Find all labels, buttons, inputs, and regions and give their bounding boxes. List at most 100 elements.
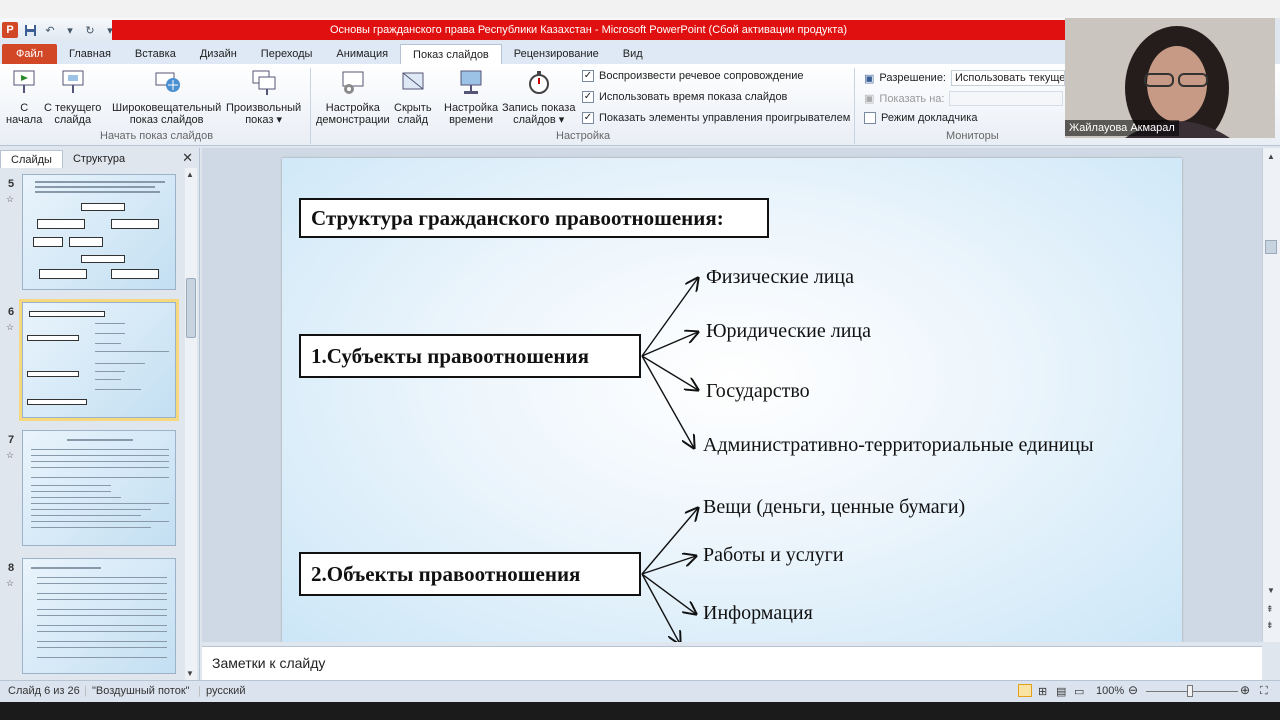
scrollbar-thumb[interactable] (186, 278, 196, 338)
thumb-text-line (37, 625, 167, 626)
tab-review[interactable]: Рецензирование (502, 44, 611, 64)
slide-scrollbar[interactable]: ▲ ▼ ⇞ ⇟ (1262, 148, 1280, 642)
tab-slides[interactable]: Слайды (0, 150, 63, 168)
zoom-slider-handle[interactable] (1187, 685, 1193, 697)
group-separator (310, 68, 311, 144)
slideshow-view-icon[interactable]: ▭ (1074, 685, 1084, 698)
zoom-level[interactable]: 100% (1096, 685, 1124, 697)
objects-box[interactable]: 2.Объекты правоотношения (299, 552, 641, 596)
redo-icon[interactable]: ↻ (82, 22, 98, 38)
status-divider: | (198, 685, 201, 697)
current-slide[interactable]: Структура гражданского правоотношения: 1… (282, 158, 1182, 642)
thumb-text-line (37, 647, 167, 648)
object-information[interactable]: Информация (703, 602, 813, 625)
subject-individuals[interactable]: Физические лица (706, 266, 854, 289)
tab-outline[interactable]: Структура (63, 150, 135, 168)
subject-admin-units[interactable]: Административно-территориальные единицы (703, 434, 1094, 457)
setup-slideshow-button[interactable]: Настройка демонстрации (316, 68, 390, 126)
slide-sorter-icon[interactable]: ⊞ (1038, 685, 1047, 698)
tab-view[interactable]: Вид (611, 44, 655, 64)
show-on-dropdown[interactable] (949, 91, 1064, 106)
scroll-up-icon[interactable]: ▲ (1267, 152, 1275, 161)
subject-state[interactable]: Государство (706, 380, 810, 403)
presenter-view-checkbox[interactable]: Режим докладчика (864, 112, 977, 124)
checkmark-icon: ✓ (582, 91, 594, 103)
previous-slide-icon[interactable]: ⇞ (1266, 604, 1274, 615)
thumb-text-line (67, 439, 133, 441)
quick-access-toolbar: P ↶ ▾ ↻ ▾ (0, 20, 118, 40)
record-line2: слайдов ▾ (513, 114, 565, 126)
object-works[interactable]: Работы и услуги (703, 544, 844, 567)
next-slide-icon[interactable]: ⇟ (1266, 620, 1274, 631)
scroll-up-icon[interactable]: ▲ (186, 170, 194, 179)
from-beginning-button[interactable]: С начала (6, 68, 42, 126)
hide-slide-button[interactable]: Скрыть слайд (394, 68, 432, 126)
thumb-text-line (37, 641, 167, 642)
subjects-box[interactable]: 1.Субъекты правоотношения (299, 334, 641, 378)
record-slideshow-button[interactable]: Запись показа слайдов ▾ (502, 68, 575, 126)
hide-slide-icon (398, 68, 428, 98)
show-on-row: ▣ Показать на: (864, 91, 1064, 106)
scrollbar-thumb[interactable] (1265, 240, 1277, 254)
custom-show-icon (249, 68, 279, 98)
object-things[interactable]: Вещи (деньги, ценные бумаги) (703, 496, 965, 519)
hide-slide-line1: Скрыть (394, 102, 432, 114)
display-icon: ▣ (864, 93, 875, 105)
thumb-text-line (31, 455, 169, 456)
start-group-label: Начать показ слайдов (100, 130, 214, 142)
rehearse-line1: Настройка (444, 102, 499, 114)
language-indicator[interactable]: русский (206, 685, 245, 697)
thumb-text-line (95, 333, 125, 334)
tab-animations[interactable]: Анимация (324, 44, 400, 64)
slideshow-current-icon (58, 68, 88, 98)
thumb-box (69, 237, 103, 247)
slide-thumbnail-7[interactable] (22, 430, 176, 546)
from-current-slide-button[interactable]: С текущего слайда (44, 68, 101, 126)
resolution-dropdown[interactable]: Использовать текуще... (951, 70, 1065, 86)
scroll-down-icon[interactable]: ▼ (186, 669, 194, 678)
slide-title-box[interactable]: Структура гражданского правоотношения: (299, 198, 769, 238)
scroll-down-icon[interactable]: ▼ (1267, 586, 1275, 595)
rehearse-timings-button[interactable]: Настройка времени (444, 68, 498, 126)
tab-transitions[interactable]: Переходы (249, 44, 325, 64)
chevron-down-icon[interactable]: ▾ (62, 22, 78, 38)
media-controls-checkbox[interactable]: ✓ Показать элементы управления проигрыва… (582, 112, 850, 124)
slide-thumbnail-6[interactable] (19, 299, 179, 421)
custom-slideshow-button[interactable]: Произвольный показ ▾ (226, 68, 301, 126)
thumb-text-line (95, 379, 121, 380)
arrow-offscreen (641, 573, 680, 642)
from-current-line1: С текущего (44, 102, 102, 114)
tab-file[interactable]: Файл (2, 44, 58, 64)
reading-view-icon[interactable]: ▤ (1056, 685, 1066, 698)
theme-name[interactable]: "Воздушный поток" (92, 685, 190, 697)
normal-view-icon[interactable] (1018, 684, 1032, 697)
tab-slide-show[interactable]: Показ слайдов (400, 44, 502, 64)
fit-to-window-icon[interactable]: ⛶ (1260, 685, 1268, 698)
close-icon[interactable]: ✕ (182, 150, 193, 166)
slides-panel-scrollbar[interactable]: ▲ ▼ (185, 168, 197, 680)
custom-show-line2: показ ▾ (245, 114, 282, 126)
subject-legal-entities[interactable]: Юридические лица (706, 320, 871, 343)
tab-home[interactable]: Главная (57, 44, 123, 64)
undo-icon[interactable]: ↶ (42, 22, 58, 38)
broadcast-slideshow-button[interactable]: Широковещательный показ слайдов (112, 68, 221, 126)
tab-design[interactable]: Дизайн (188, 44, 249, 64)
zoom-in-icon[interactable]: ⊕ (1240, 683, 1250, 697)
save-icon[interactable] (22, 22, 38, 38)
broadcast-line2: показ слайдов (129, 114, 204, 126)
zoom-out-icon[interactable]: ⊖ (1128, 683, 1138, 697)
thumb-box (27, 371, 79, 377)
narration-checkbox[interactable]: ✓ Воспроизвести речевое сопровождение (582, 70, 804, 82)
powerpoint-logo-icon[interactable]: P (2, 22, 18, 38)
notes-pane[interactable]: Заметки к слайду (202, 646, 1262, 680)
slide-thumbnail-8[interactable] (22, 558, 176, 674)
monitor-icon: ▣ (864, 72, 875, 85)
use-timings-checkbox[interactable]: ✓ Использовать время показа слайдов (582, 91, 787, 103)
participant-name: Жайлауова Акмарал (1065, 120, 1179, 136)
tab-insert[interactable]: Вставка (123, 44, 188, 64)
thumb-box (81, 255, 125, 263)
slide-thumbnail-5[interactable] (22, 174, 176, 290)
slide-number: 5 (8, 178, 15, 190)
setup-line1: Настройка (325, 102, 380, 114)
powerpoint-window: P ↶ ▾ ↻ ▾ Основы гражданского права Респ… (0, 0, 1280, 720)
